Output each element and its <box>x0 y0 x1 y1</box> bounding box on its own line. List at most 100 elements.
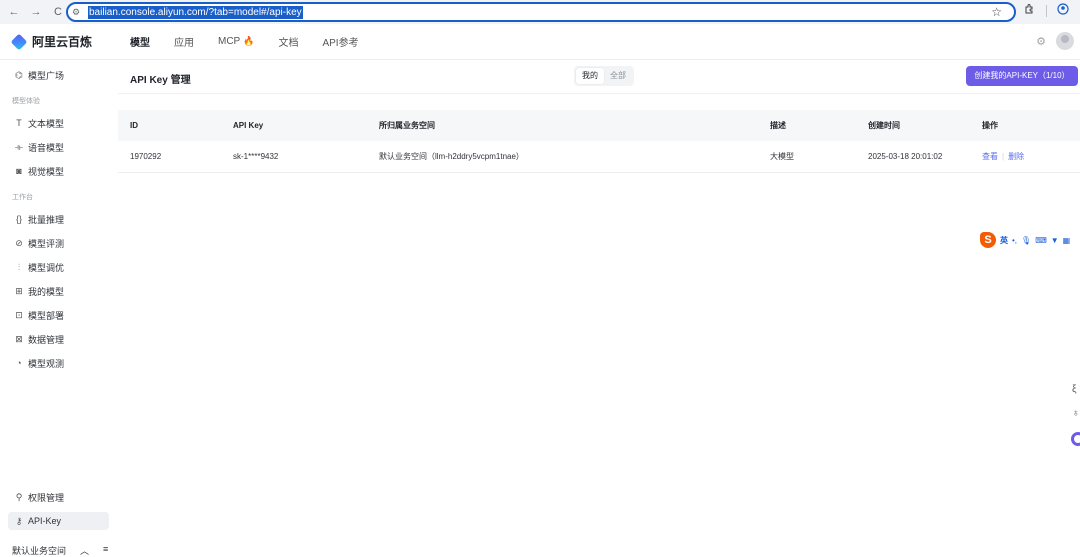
sidebar-item-label: 权限管理 <box>28 492 65 503</box>
sidebar-item-label: 模型部署 <box>28 310 65 321</box>
cell-id: 1970292 <box>118 141 233 173</box>
avatar[interactable] <box>1056 32 1074 50</box>
col-actions: 操作 <box>982 121 998 130</box>
view-link[interactable]: 查看 <box>982 152 998 161</box>
sidebar-item-label: 批量推理 <box>28 214 65 225</box>
segment-all[interactable]: 全部 <box>604 68 632 84</box>
tab-model[interactable]: 模型 <box>130 34 150 49</box>
cell-api-key: sk-1****9432 <box>233 141 379 173</box>
sidebar-group-workbench: 工作台 <box>12 194 33 201</box>
col-description: 描述 <box>770 121 786 130</box>
sidebar-item-model-observe[interactable]: ◔ 模型观测 <box>12 354 64 372</box>
chevron-up-icon[interactable]: ︿ <box>80 544 89 557</box>
col-created-time: 创建时间 <box>868 121 900 130</box>
grid-icon: ⊞ <box>15 285 23 296</box>
forward-icon[interactable]: → <box>26 2 46 22</box>
sidebar-item-api-key[interactable]: ⚷ API-Key <box>8 512 109 530</box>
settings-gear-icon[interactable]: ⚙ <box>1036 35 1046 48</box>
bailian-logo-icon <box>10 33 28 50</box>
keyboard-icon[interactable]: ⌨ <box>1035 236 1047 245</box>
sidebar-item-model-square[interactable]: ⌬ 模型广场 <box>12 66 64 84</box>
action-divider: | <box>1002 151 1005 161</box>
logo-text: 阿里云百炼 <box>32 35 93 49</box>
sidebar-item-label: 我的模型 <box>28 286 65 297</box>
sidebar-item-permission[interactable]: ⚲ 权限管理 <box>12 488 64 506</box>
sidebar-item-model-tuning[interactable]: ⫶ 模型调优 <box>12 258 64 276</box>
microphone-icon[interactable]: 🎙 <box>1021 236 1031 245</box>
user-icon: ⚲ <box>15 491 23 502</box>
tab-mcp-label: MCP <box>218 36 241 47</box>
back-icon[interactable]: ← <box>4 2 24 22</box>
site-settings-icon[interactable]: ⚙ <box>72 7 88 18</box>
reload-icon[interactable]: C <box>48 2 68 22</box>
tab-api-reference[interactable]: API参考 <box>322 34 358 49</box>
segment-mine[interactable]: 我的 <box>576 68 604 84</box>
tab-mcp[interactable]: MCP 🔥 <box>218 36 254 47</box>
sidebar-item-label: 模型调优 <box>28 262 65 273</box>
sliders-icon: ⫶ <box>17 261 21 272</box>
col-api-key: API Key <box>233 121 264 130</box>
edge-widget-mid-icon[interactable]: ♁ <box>1072 408 1080 419</box>
text-icon: T <box>16 118 22 128</box>
page-title: API Key 管理 <box>130 75 191 86</box>
braces-icon: {} <box>15 214 22 224</box>
camera-icon: ◙ <box>16 166 22 176</box>
fire-icon: 🔥 <box>243 36 255 46</box>
browser-toolbar: ← → C ⚙ bailian.console.aliyun.com/?tab=… <box>0 0 1080 24</box>
workspace-name: 默认业务空间 <box>12 546 67 556</box>
tab-docs[interactable]: 文档 <box>278 34 298 49</box>
bookmark-star-icon[interactable]: ☆ <box>991 5 1002 19</box>
sidebar-item-text-model[interactable]: T 文本模型 <box>12 114 64 132</box>
col-workspace: 所归属业务空间 <box>379 121 435 130</box>
sidebar-item-model-eval[interactable]: ⊘ 模型评测 <box>12 234 64 252</box>
main-content: API Key 管理 我的 全部 创建我的API-KEY（1/10） ID AP… <box>118 60 1080 552</box>
waveform-icon: ⟛ <box>14 141 24 152</box>
api-key-table: ID API Key 所归属业务空间 描述 创建时间 操作 1970292 sk… <box>118 110 1080 173</box>
top-tabs: 模型 应用 MCP 🔥 文档 API参考 <box>130 34 383 49</box>
toolbox-icon[interactable]: ▦ <box>1063 236 1071 245</box>
sidebar-item-batch-inference[interactable]: {} 批量推理 <box>12 210 64 228</box>
assistant-float-icon[interactable] <box>1071 432 1080 446</box>
ime-language-toggle[interactable]: 英 <box>1000 235 1008 246</box>
skin-icon[interactable]: ▼ <box>1051 236 1059 245</box>
extensions-icon[interactable] <box>1024 3 1036 18</box>
deploy-icon: ⊡ <box>15 309 23 320</box>
col-id: ID <box>130 121 138 130</box>
sidebar-item-label: 模型广场 <box>28 70 65 81</box>
compass-icon: ⊘ <box>15 237 23 248</box>
sidebar-item-voice-model[interactable]: ⟛ 语音模型 <box>12 138 64 156</box>
cell-workspace: 默认业务空间（llm-h2ddry5vcpm1tnae） <box>379 141 770 173</box>
cell-created-time: 2025-03-18 20:01:02 <box>868 141 982 173</box>
address-bar[interactable]: ⚙ bailian.console.aliyun.com/?tab=model#… <box>66 2 1016 22</box>
profile-icon[interactable] <box>1057 3 1069 18</box>
ime-toolbar: S 英 •, 🎙 ⌨ ▼ ▦ <box>980 232 1070 248</box>
sidebar-item-data-mgmt[interactable]: ⊠ 数据管理 <box>12 330 64 348</box>
sidebar-item-label: API-Key <box>28 516 62 526</box>
chart-box-icon: ⊠ <box>15 333 23 344</box>
cell-actions: 查看 | 删除 <box>982 141 1080 173</box>
punctuation-icon[interactable]: •, <box>1012 236 1017 245</box>
cell-description: 大模型 <box>770 141 868 173</box>
cube-icon: ⌬ <box>15 69 23 80</box>
sidebar-item-label: 模型观测 <box>28 358 65 369</box>
table-row: 1970292 sk-1****9432 默认业务空间（llm-h2ddry5v… <box>118 141 1080 173</box>
table-header-row: ID API Key 所归属业务空间 描述 创建时间 操作 <box>118 110 1080 141</box>
sidebar-item-model-deploy[interactable]: ⊡ 模型部署 <box>12 306 64 324</box>
pie-icon: ◔ <box>16 358 22 368</box>
sidebar-item-label: 文本模型 <box>28 118 65 129</box>
edge-widget-top-icon[interactable]: ξ <box>1072 384 1080 395</box>
workspace-switcher[interactable]: 默认业务空间 ︿ ≡ <box>12 544 108 557</box>
key-icon: ⚷ <box>15 515 23 526</box>
url-text[interactable]: bailian.console.aliyun.com/?tab=model#/a… <box>88 5 303 19</box>
sogou-logo-icon[interactable]: S <box>980 232 996 248</box>
app-logo[interactable]: 阿里云百炼 <box>10 33 130 50</box>
menu-icon[interactable]: ≡ <box>103 544 108 557</box>
ownership-segmented-control: 我的 全部 <box>574 66 634 86</box>
tab-app[interactable]: 应用 <box>174 34 194 49</box>
sidebar-item-vision-model[interactable]: ◙ 视觉模型 <box>12 162 64 180</box>
sidebar-item-my-models[interactable]: ⊞ 我的模型 <box>12 282 64 300</box>
app-top-nav: 阿里云百炼 模型 应用 MCP 🔥 文档 API参考 ⚙ <box>0 24 1080 60</box>
delete-link[interactable]: 删除 <box>1008 152 1024 161</box>
sidebar-item-label: 语音模型 <box>28 142 65 153</box>
create-api-key-button[interactable]: 创建我的API-KEY（1/10） <box>966 66 1078 86</box>
